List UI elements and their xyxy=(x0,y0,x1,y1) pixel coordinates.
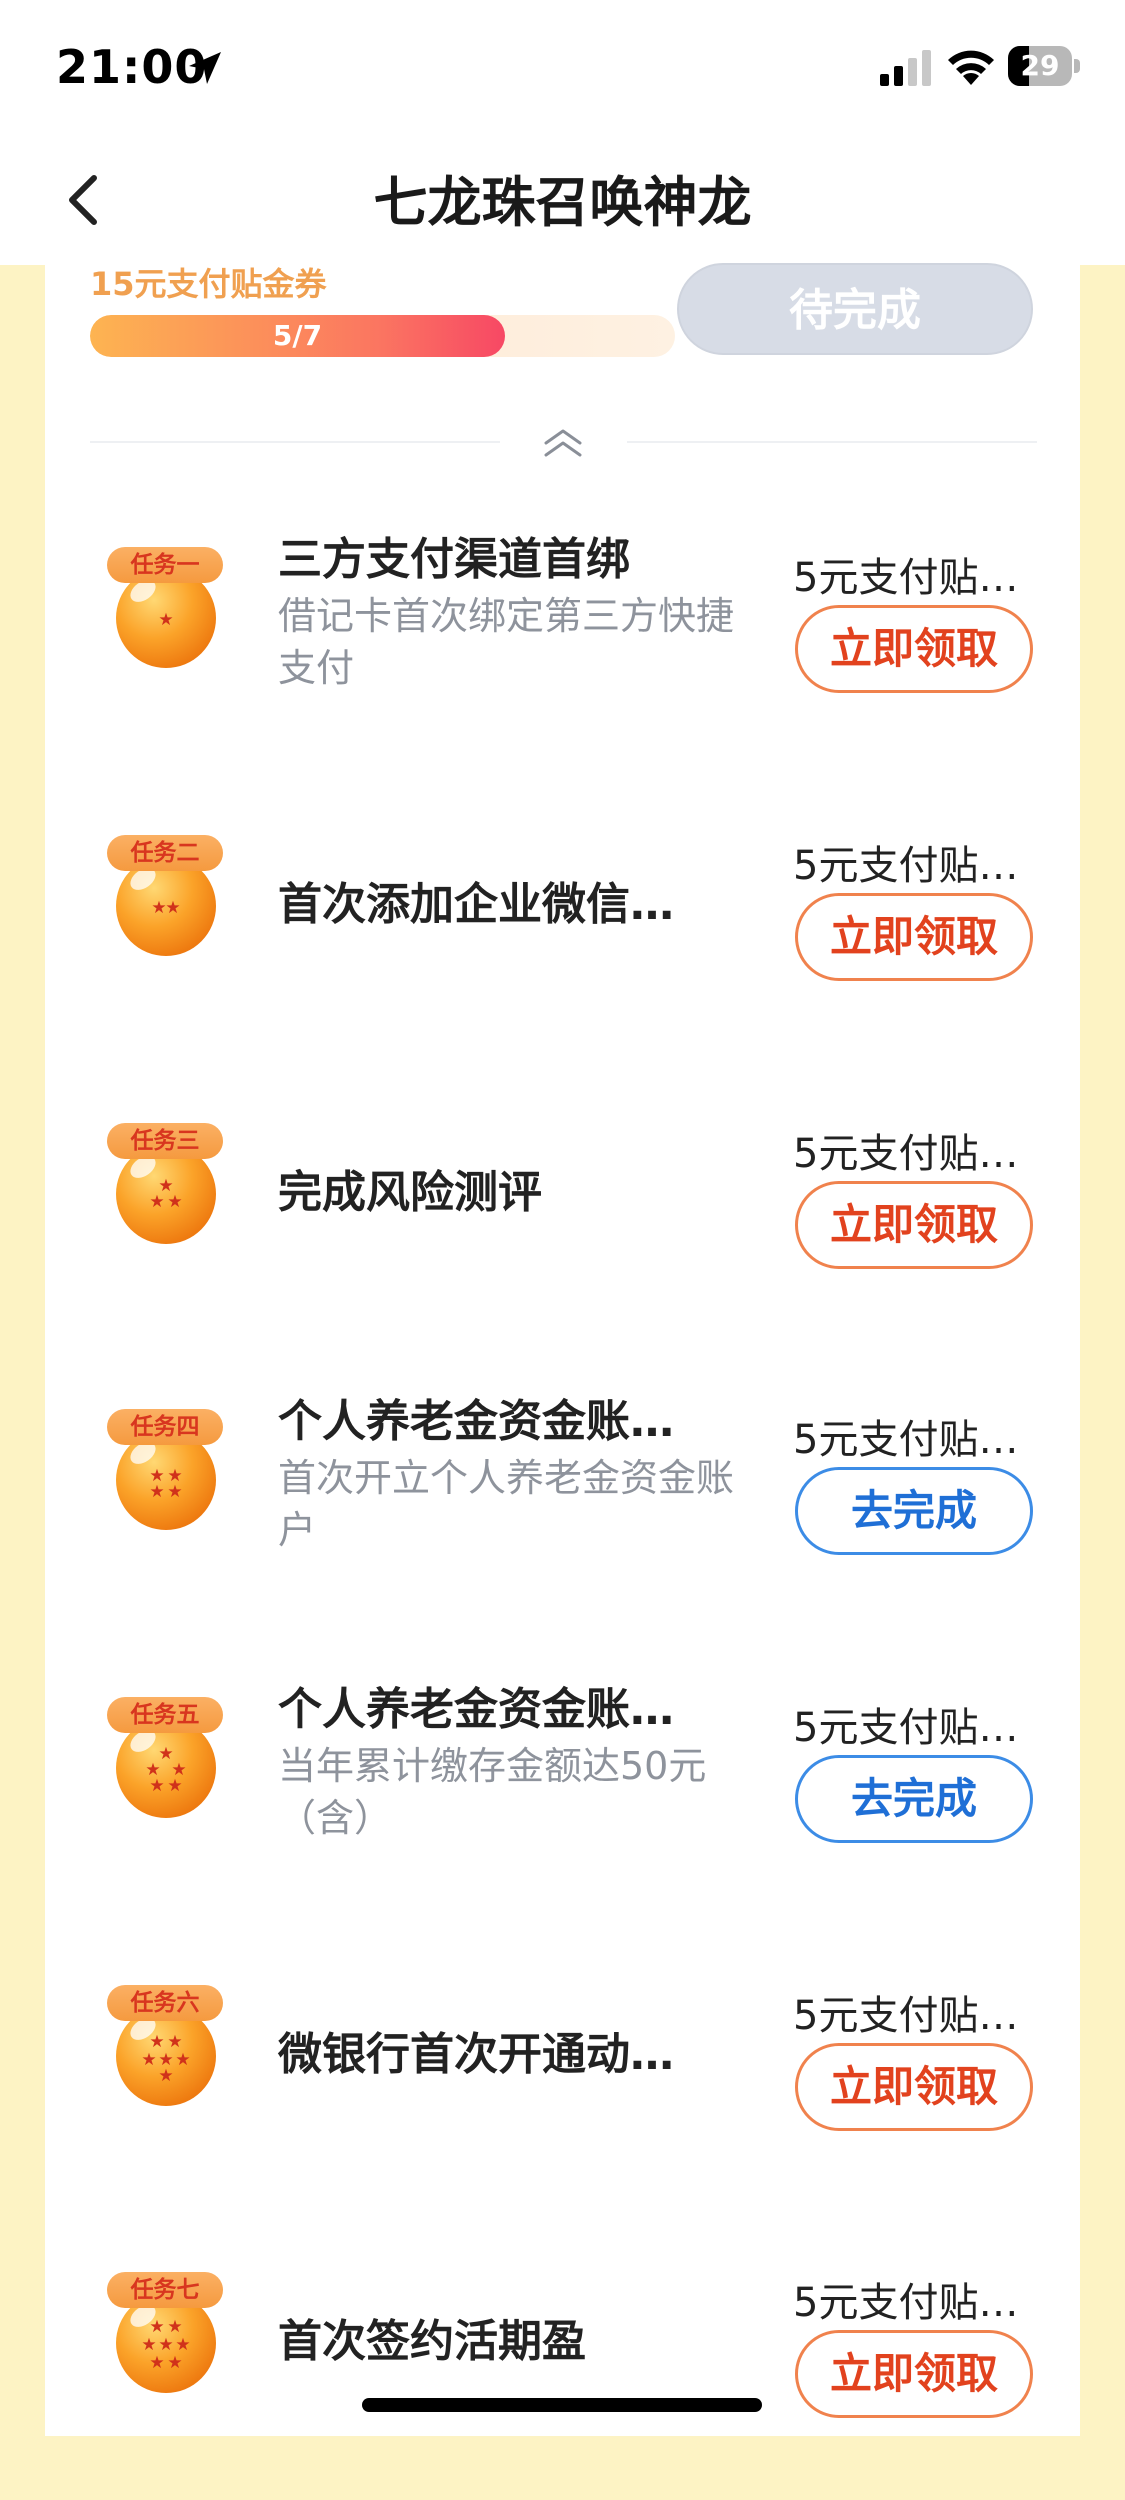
home-indicator xyxy=(362,2398,762,2412)
ball-star: ★ xyxy=(149,2353,164,2373)
cellular-signal-icon xyxy=(880,50,931,86)
claim-button[interactable]: 立即领取 xyxy=(795,1181,1033,1269)
task-badge: 任务三 xyxy=(107,1123,223,1159)
ball-star: ★ xyxy=(158,2335,173,2355)
task-row: 任务一 ★ 三方支付渠道首绑借记卡首次绑定第三方快捷支付 5元支付贴… 立即领取 xyxy=(45,525,1080,775)
ball-star: ★ xyxy=(167,2032,182,2052)
task-title: 个人养老金资金账… xyxy=(278,1684,674,1735)
task-row: 任务五 ★ ★ ★ ★ ★ 个人养老金资金账… 当年累计缴存金额达50元（含） 5元支付贴… 去完… xyxy=(45,1675,1080,1925)
task-title: 首次添加企业微信… xyxy=(278,879,674,930)
task-card: 15元支付贴金券 5/7 待完成 任务一 ★ 三方支付渠道首绑借记卡首次绑定第三方快… xyxy=(45,263,1080,2436)
task-reward: 5元支付贴… xyxy=(793,1993,1019,2039)
ball-star: ★ xyxy=(149,1776,164,1796)
task-title: 微银行首次开通动… xyxy=(278,2029,674,2080)
collapse-chevron-up-icon[interactable] xyxy=(538,423,588,463)
ball-star: ★ xyxy=(165,898,180,918)
ball-star: ★ xyxy=(158,2066,173,2086)
ball-star: ★ xyxy=(149,1192,164,1212)
claim-button[interactable]: 立即领取 xyxy=(795,893,1033,981)
ball-star: ★ xyxy=(151,898,166,918)
progress-text: 5/7 xyxy=(272,319,323,352)
pending-button[interactable]: 待完成 xyxy=(677,263,1033,355)
coupon-label: 15元支付贴金券 xyxy=(90,265,327,303)
progress-bar: 5/7 xyxy=(90,315,675,357)
ball-star: ★ xyxy=(175,2050,190,2070)
task-title: 个人养老金资金账… xyxy=(278,1396,674,1447)
task-badge: 任务五 xyxy=(107,1697,223,1733)
location-arrow-icon xyxy=(189,52,221,84)
task-reward: 5元支付贴… xyxy=(793,1705,1019,1751)
status-bar: 21:00 29 xyxy=(0,0,1125,130)
ball-star: ★ xyxy=(167,2317,182,2337)
ball-star: ★ xyxy=(149,2317,164,2337)
task-description: 借记卡首次绑定第三方快捷支付 xyxy=(278,594,735,690)
task-title: 首次签约活期盈 xyxy=(278,2316,586,2367)
wifi-icon xyxy=(948,50,994,85)
divider xyxy=(90,441,500,443)
task-badge: 任务二 xyxy=(107,835,223,871)
task-reward: 5元支付贴… xyxy=(793,1417,1019,1463)
battery-icon: 29 xyxy=(1008,46,1080,86)
ball-star: ★ xyxy=(175,2335,190,2355)
ball-star: ★ xyxy=(141,2050,156,2070)
task-badge: 任务七 xyxy=(107,2272,223,2308)
task-badge: 任务四 xyxy=(107,1409,223,1445)
ball-star: ★ xyxy=(141,2335,156,2355)
ball-star: ★ xyxy=(158,610,173,630)
ball-star: ★ xyxy=(167,1192,182,1212)
task-row: 任务六 ★ ★ ★ ★ ★ ★ 微银行首次开通动… 5元支付贴… 立即领取 xyxy=(45,1963,1080,2213)
go-complete-button[interactable]: 去完成 xyxy=(795,1755,1033,1843)
task-row: 任务四 ★ ★ ★ ★ 个人养老金资金账… 首次开立个人养老金资金账户 5元支付贴… 去完成 xyxy=(45,1387,1080,1637)
task-title: 三方支付渠道首绑 xyxy=(278,534,630,585)
nav-bar: 七龙珠召唤神龙 xyxy=(0,130,1125,265)
task-reward: 5元支付贴… xyxy=(793,1131,1019,1177)
task-title: 完成风险测评 xyxy=(278,1167,542,1218)
task-badge: 任务六 xyxy=(107,1985,223,2021)
task-description: 首次开立个人养老金资金账户 xyxy=(278,1456,735,1552)
task-row: 任务三 ★ ★ ★ 完成风险测评 5元支付贴… 立即领取 xyxy=(45,1101,1080,1351)
divider xyxy=(627,441,1037,443)
task-reward: 5元支付贴… xyxy=(793,555,1019,601)
task-badge: 任务一 xyxy=(107,547,223,583)
page-title: 七龙珠召唤神龙 xyxy=(373,171,752,234)
battery-level: 29 xyxy=(1020,49,1060,82)
claim-button[interactable]: 立即领取 xyxy=(795,605,1033,693)
go-complete-button[interactable]: 去完成 xyxy=(795,1467,1033,1555)
task-reward: 5元支付贴… xyxy=(793,2280,1019,2326)
ball-star: ★ xyxy=(149,1482,164,1502)
task-reward: 5元支付贴… xyxy=(793,843,1019,889)
ball-star: ★ xyxy=(167,1482,182,1502)
task-description: 当年累计缴存金额达50元（含） xyxy=(278,1744,707,1840)
claim-button[interactable]: 立即领取 xyxy=(795,2043,1033,2131)
claim-button[interactable]: 立即领取 xyxy=(795,2330,1033,2418)
task-row: 任务七 ★ ★ ★ ★ ★ ★ ★ 首次签约活期盈 5元支付贴… 立即领取 xyxy=(45,2250,1080,2500)
task-row: 任务二 ★ ★ 首次添加企业微信… 5元支付贴… 立即领取 xyxy=(45,813,1080,1063)
ball-star: ★ xyxy=(167,1776,182,1796)
ball-star: ★ xyxy=(149,2032,164,2052)
ball-star: ★ xyxy=(167,2353,182,2373)
